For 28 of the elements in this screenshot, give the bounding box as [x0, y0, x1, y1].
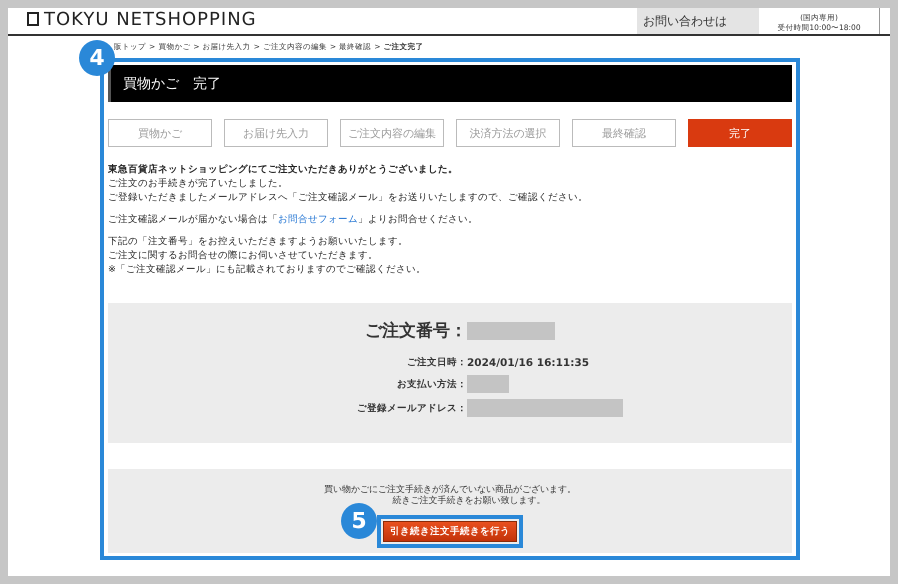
- continue-checkout-button[interactable]: 引き続き注文手続きを行う: [383, 521, 517, 542]
- logo-icon: [26, 12, 40, 26]
- thank-you-heading: 東急百貨店ネットショッピングにてご注文いただきありがとうございました。: [108, 163, 459, 177]
- detail-value: 2024/01/16 16:11:35: [467, 356, 590, 368]
- progress-step: 完了: [688, 119, 792, 147]
- message-text: ※「ご注文確認メール」にも記載されておりますのでご確認ください。: [108, 263, 427, 277]
- contact-form-link[interactable]: お問合せフォーム: [278, 214, 358, 225]
- progress-step: 買物かご: [108, 119, 212, 147]
- message-text: ご注文のお手続きが完了いたしました。: [108, 177, 289, 191]
- message-text: ご注文確認メールが届かない場合は「お問合せフォーム」よりお問合せください。: [108, 213, 479, 227]
- progress-step: 決済方法の選択: [456, 119, 560, 147]
- progress-step: 最終確認: [572, 119, 676, 147]
- pending-text: 続きご注文手続きをお願い致します。: [392, 496, 546, 507]
- pending-text: 買い物かごにご注文手続きが済んでいない商品がございます。: [324, 485, 576, 496]
- detail-label: ご登録メールアドレス：: [357, 402, 467, 414]
- logo[interactable]: TOKYU NETSHOPPING: [26, 8, 257, 30]
- message-text: ご注文に関するお問合せの際にお伺いさせていただきます。: [108, 249, 379, 263]
- message-text: ご登録いただきましたメールアドレスへ「ご注文確認メール」をお送りいたしますので、ご確認ください。: [108, 191, 589, 205]
- page-title: 買物かご 完了: [123, 74, 221, 92]
- contact-label: お問い合わせは: [637, 8, 759, 34]
- detail-label: お支払い方法：: [396, 378, 467, 390]
- callout-badge: 4: [79, 40, 115, 76]
- message-text: 下記の「注文番号」をお控えいただきますようお願いいたします。: [108, 235, 409, 249]
- order-number-label: ご注文番号：: [365, 320, 467, 342]
- callout-badge: 5: [341, 503, 377, 539]
- progress-step: ご注文内容の編集: [340, 119, 444, 147]
- progress-step: お届け先入力: [224, 119, 328, 147]
- detail-label: ご注文日時：: [406, 356, 467, 369]
